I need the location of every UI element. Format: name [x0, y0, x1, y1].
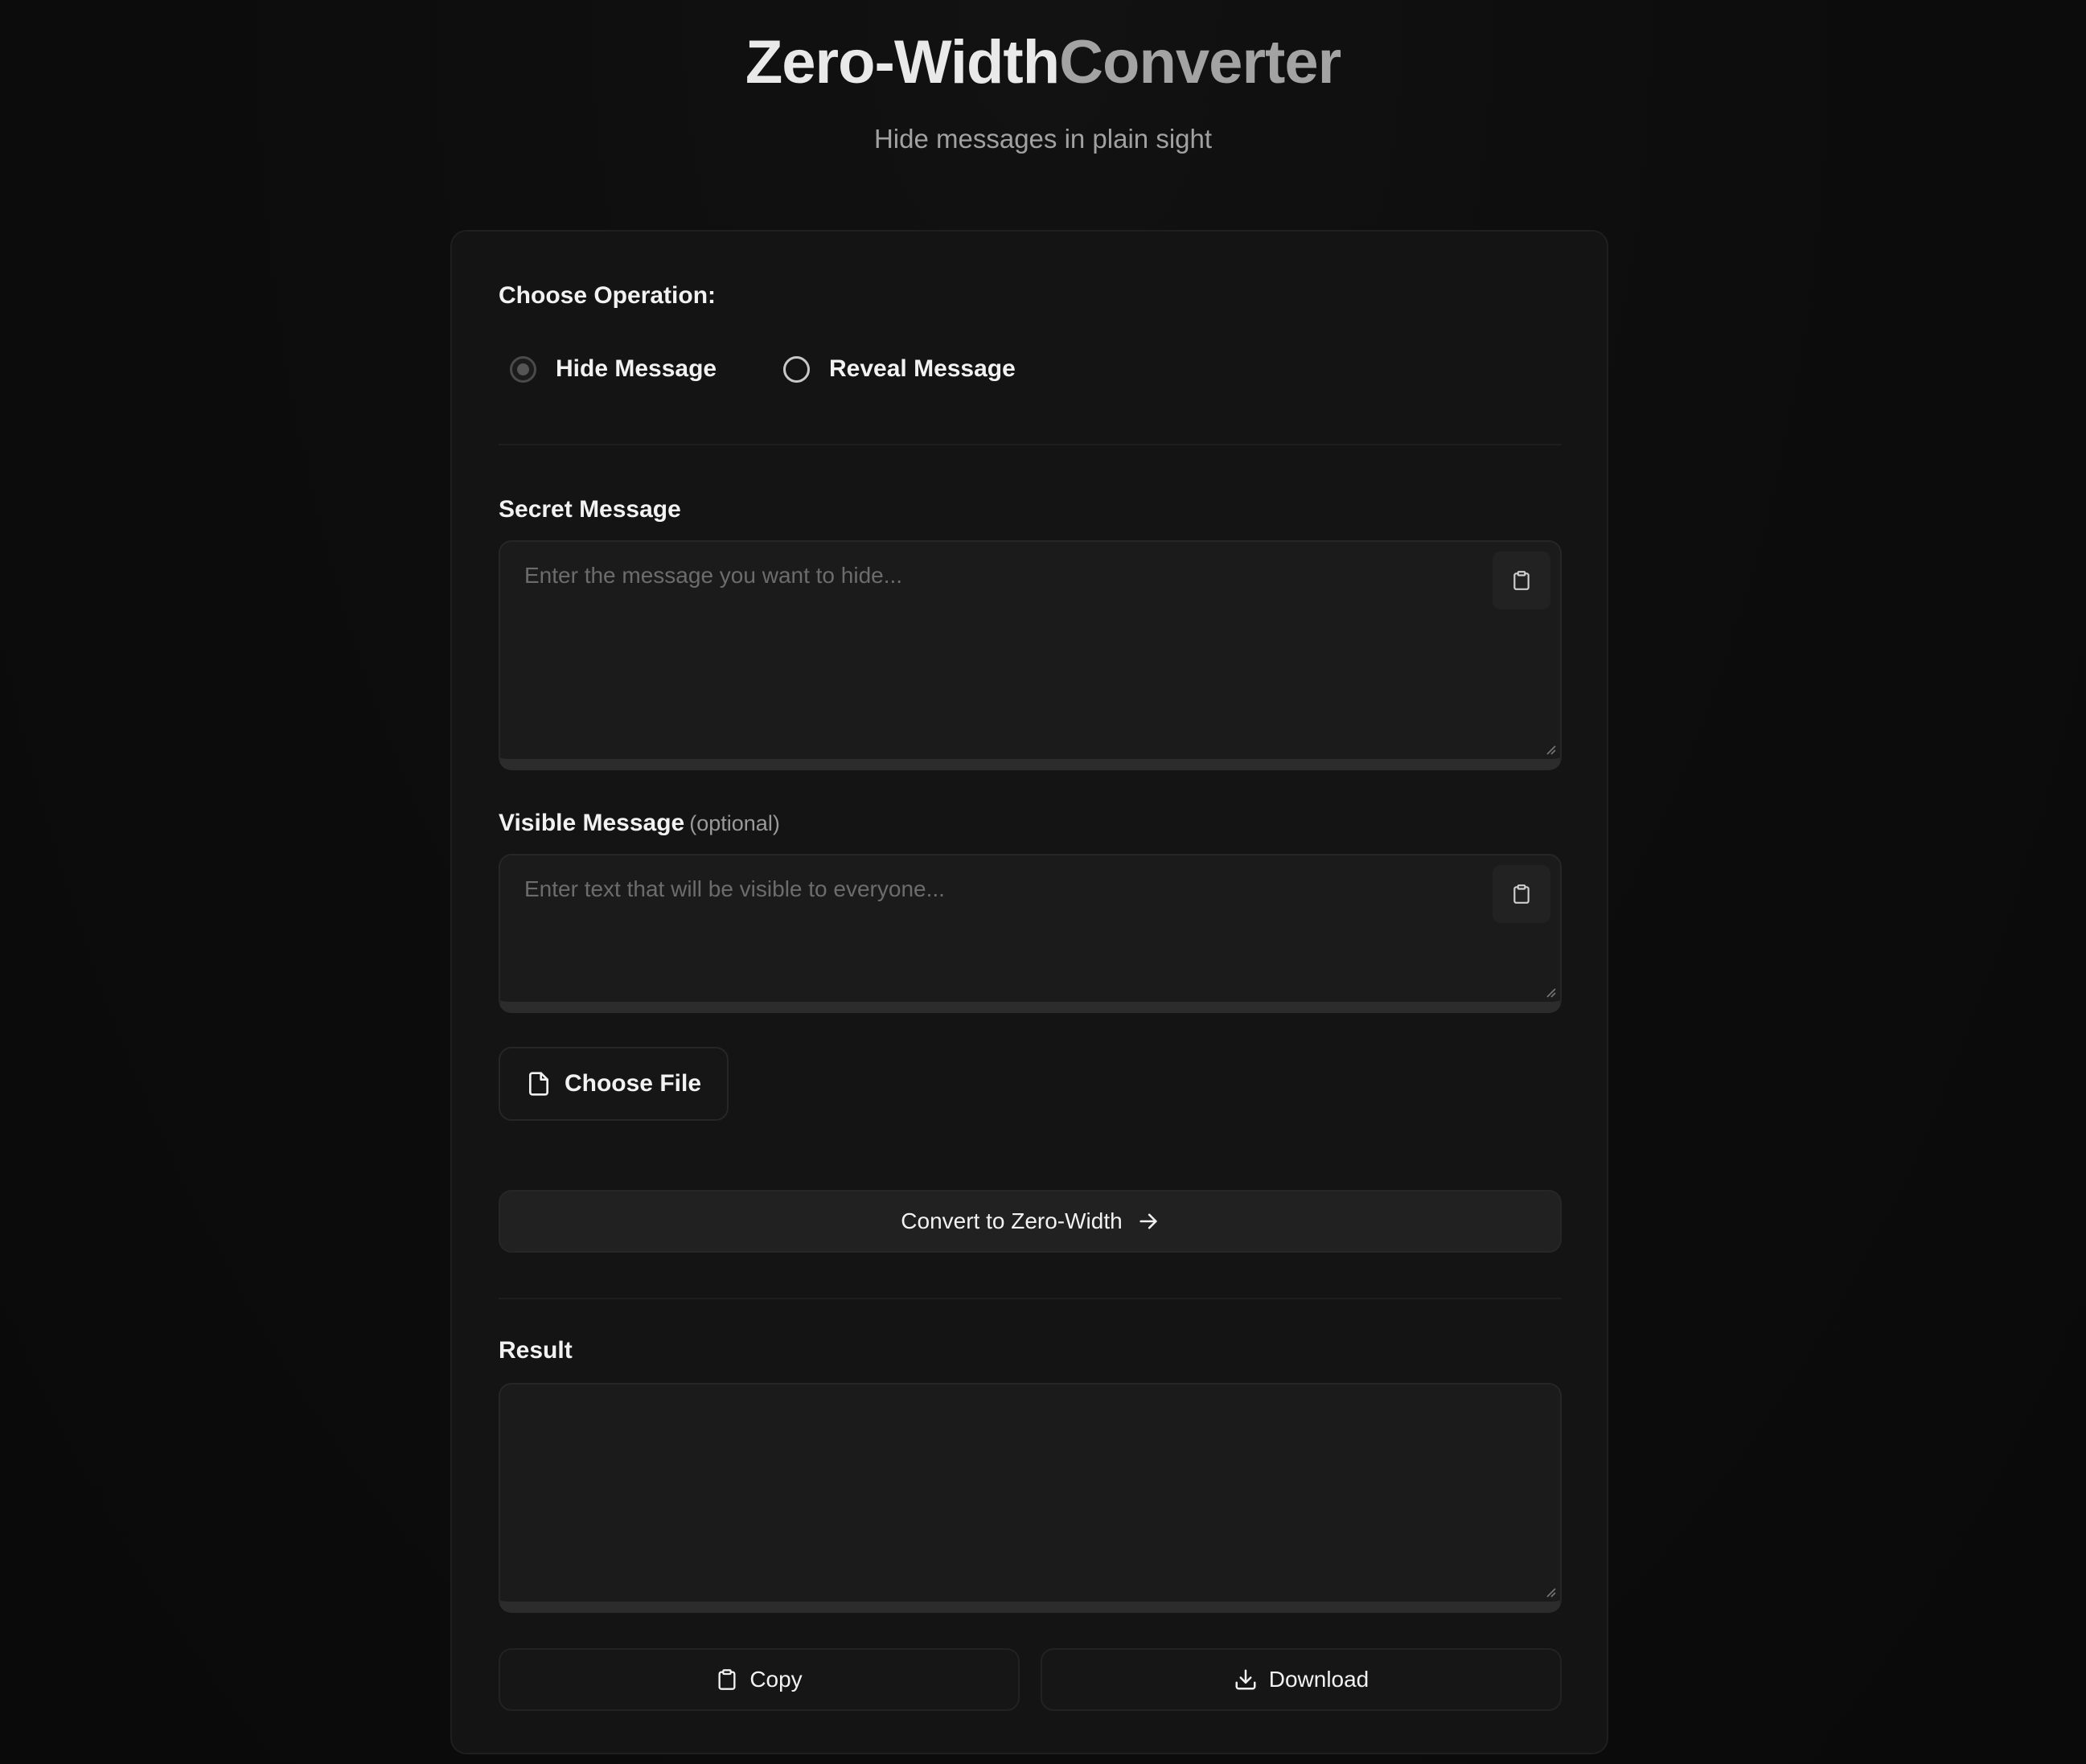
paste-secret-button[interactable]: [1493, 552, 1550, 609]
download-icon: [1234, 1668, 1258, 1692]
download-label: Download: [1268, 1667, 1369, 1692]
radio-reveal-label: Reveal Message: [829, 355, 1016, 382]
radio-hide-indicator[interactable]: [510, 355, 536, 383]
visible-message-label-text: Visible Message: [499, 810, 685, 836]
result-label: Result: [499, 1337, 573, 1364]
file-icon: [526, 1069, 552, 1098]
convert-button[interactable]: Convert to Zero-Width: [499, 1190, 1562, 1253]
choose-file-button[interactable]: Choose File: [499, 1047, 729, 1121]
download-button[interactable]: Download: [1041, 1648, 1562, 1711]
radio-reveal-indicator[interactable]: [783, 355, 810, 383]
operation-label: Choose Operation:: [499, 282, 717, 309]
radio-reveal-message[interactable]: Reveal Message: [783, 349, 1016, 389]
choose-file-label: Choose File: [564, 1070, 702, 1097]
converter-card: Choose Operation: Hide Message Reveal Me…: [450, 230, 1608, 1754]
resize-handle-icon[interactable]: [1544, 1586, 1557, 1598]
clipboard-icon: [1511, 883, 1532, 905]
resize-handle-icon[interactable]: [1544, 986, 1557, 999]
copy-label: Copy: [749, 1667, 803, 1692]
divider: [499, 444, 1562, 445]
visible-message-textarea[interactable]: Enter text that will be visible to every…: [499, 854, 1562, 1013]
paste-visible-button[interactable]: [1493, 865, 1550, 923]
secret-message-label: Secret Message: [499, 496, 681, 523]
arrow-right-icon: [1137, 1210, 1160, 1233]
clipboard-icon: [1511, 569, 1532, 592]
app-title-part1: Zero-Width: [745, 28, 1060, 96]
app-title: Zero-WidthConverter: [0, 24, 2086, 101]
app-title-part2: Converter: [1059, 28, 1341, 96]
visible-message-label: Visible Message (optional): [499, 807, 780, 839]
secret-message-textarea[interactable]: Enter the message you want to hide...: [499, 540, 1562, 770]
copy-button[interactable]: Copy: [499, 1648, 1020, 1711]
app-subtitle: Hide messages in plain sight: [873, 124, 1213, 154]
convert-label: Convert to Zero-Width: [901, 1208, 1123, 1233]
optional-note: (optional): [689, 811, 780, 835]
divider: [499, 1298, 1562, 1299]
radio-hide-message[interactable]: Hide Message: [510, 349, 717, 389]
radio-selected-dot: [517, 363, 529, 375]
secret-message-placeholder: Enter the message you want to hide...: [524, 563, 903, 588]
visible-message-placeholder: Enter text that will be visible to every…: [524, 876, 945, 901]
clipboard-icon: [716, 1667, 738, 1692]
resize-handle-icon[interactable]: [1544, 743, 1557, 756]
result-textarea[interactable]: [499, 1383, 1562, 1613]
radio-hide-label: Hide Message: [556, 355, 717, 382]
